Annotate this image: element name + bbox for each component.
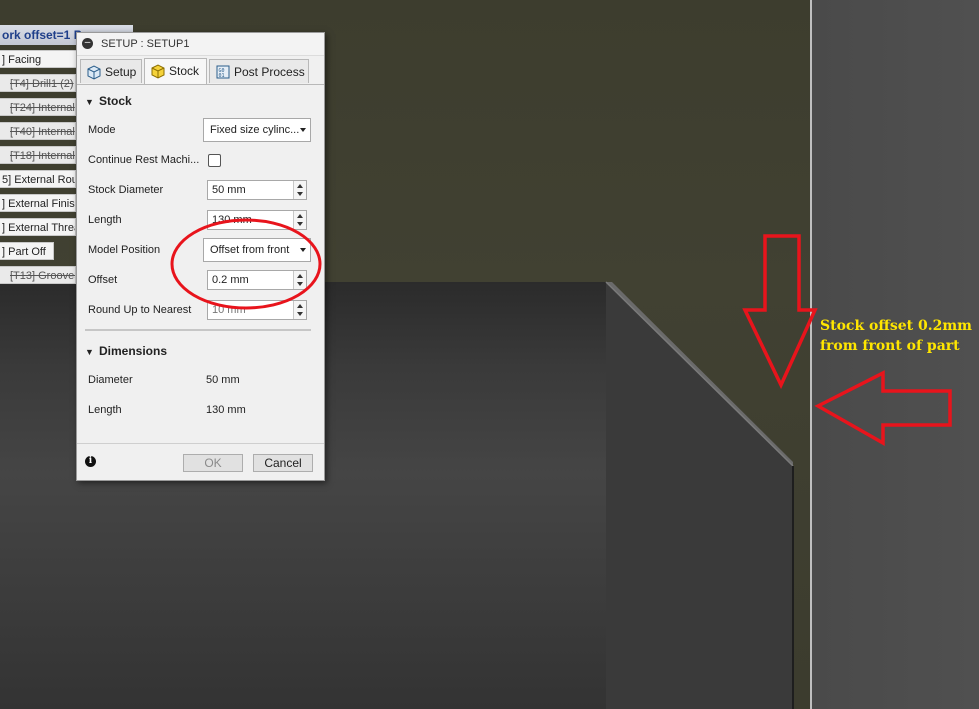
annotation-line-1: Stock offset 0.2mm xyxy=(820,318,972,334)
annotation-line-2: from front of part xyxy=(820,338,960,354)
left-arrow-icon xyxy=(814,370,952,447)
annotation-overlay xyxy=(170,218,952,447)
down-arrow-icon xyxy=(742,234,818,390)
highlight-circle xyxy=(170,218,322,310)
